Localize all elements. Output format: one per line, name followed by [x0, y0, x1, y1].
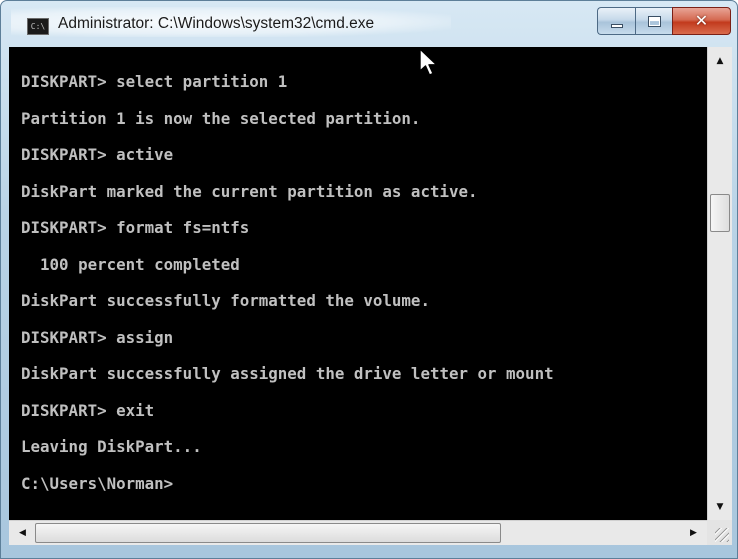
console-line: DiskPart successfully formatted the volu… — [21, 291, 430, 310]
console-line: Leaving DiskPart... — [21, 437, 202, 456]
scroll-up-arrow-icon[interactable]: ▲ — [710, 50, 730, 71]
horizontal-scroll-thumb[interactable] — [35, 523, 501, 543]
console-line: DISKPART> select partition 1 — [21, 72, 288, 91]
resize-grip-icon — [715, 528, 729, 542]
caption-buttons: ✕ — [597, 7, 731, 35]
console-line: DISKPART> assign — [21, 327, 174, 347]
title-bar[interactable]: C:\ Administrator: C:\Windows\system32\c… — [1, 1, 737, 47]
resize-grip[interactable] — [707, 520, 732, 545]
maximize-button[interactable] — [635, 7, 672, 35]
console-line: DISKPART> active — [21, 145, 174, 164]
close-icon: ✕ — [694, 11, 709, 30]
mouse-cursor-icon — [419, 48, 438, 76]
console-line: C:\Users\Norman> — [21, 473, 174, 493]
vertical-scrollbar[interactable]: ▲ ▼ — [707, 47, 732, 520]
window-title: Administrator: C:\Windows\system32\cmd.e… — [58, 15, 375, 32]
close-button[interactable]: ✕ — [672, 7, 731, 35]
vertical-scroll-thumb[interactable] — [710, 194, 730, 232]
console-line: DISKPART> exit — [21, 400, 155, 420]
scroll-down-arrow-icon[interactable]: ▼ — [710, 496, 730, 517]
maximize-icon — [647, 15, 661, 27]
scroll-left-arrow-icon[interactable]: ◀ — [12, 523, 33, 543]
console-lines: DISKPART> select partition 1 Partition 1 … — [21, 64, 554, 502]
console-line: DiskPart successfully assigned the drive… — [21, 364, 554, 383]
cmd-prompt-icon[interactable]: C:\ — [27, 18, 49, 35]
horizontal-scrollbar[interactable]: ◀ ▶ — [9, 520, 707, 545]
cmd-window: C:\ Administrator: C:\Windows\system32\c… — [0, 0, 738, 559]
minimize-icon — [610, 24, 623, 28]
console-line: Partition 1 is now the selected partitio… — [21, 108, 421, 128]
minimize-button[interactable] — [597, 7, 635, 35]
console-line: DiskPart marked the current partition as… — [21, 181, 478, 201]
console-line: DISKPART> format fs=ntfs — [21, 218, 250, 237]
console-line: 100 percent completed — [21, 254, 240, 274]
console-output[interactable]: DISKPART> select partition 1 Partition 1 … — [9, 47, 707, 520]
scroll-right-arrow-icon[interactable]: ▶ — [683, 523, 704, 543]
